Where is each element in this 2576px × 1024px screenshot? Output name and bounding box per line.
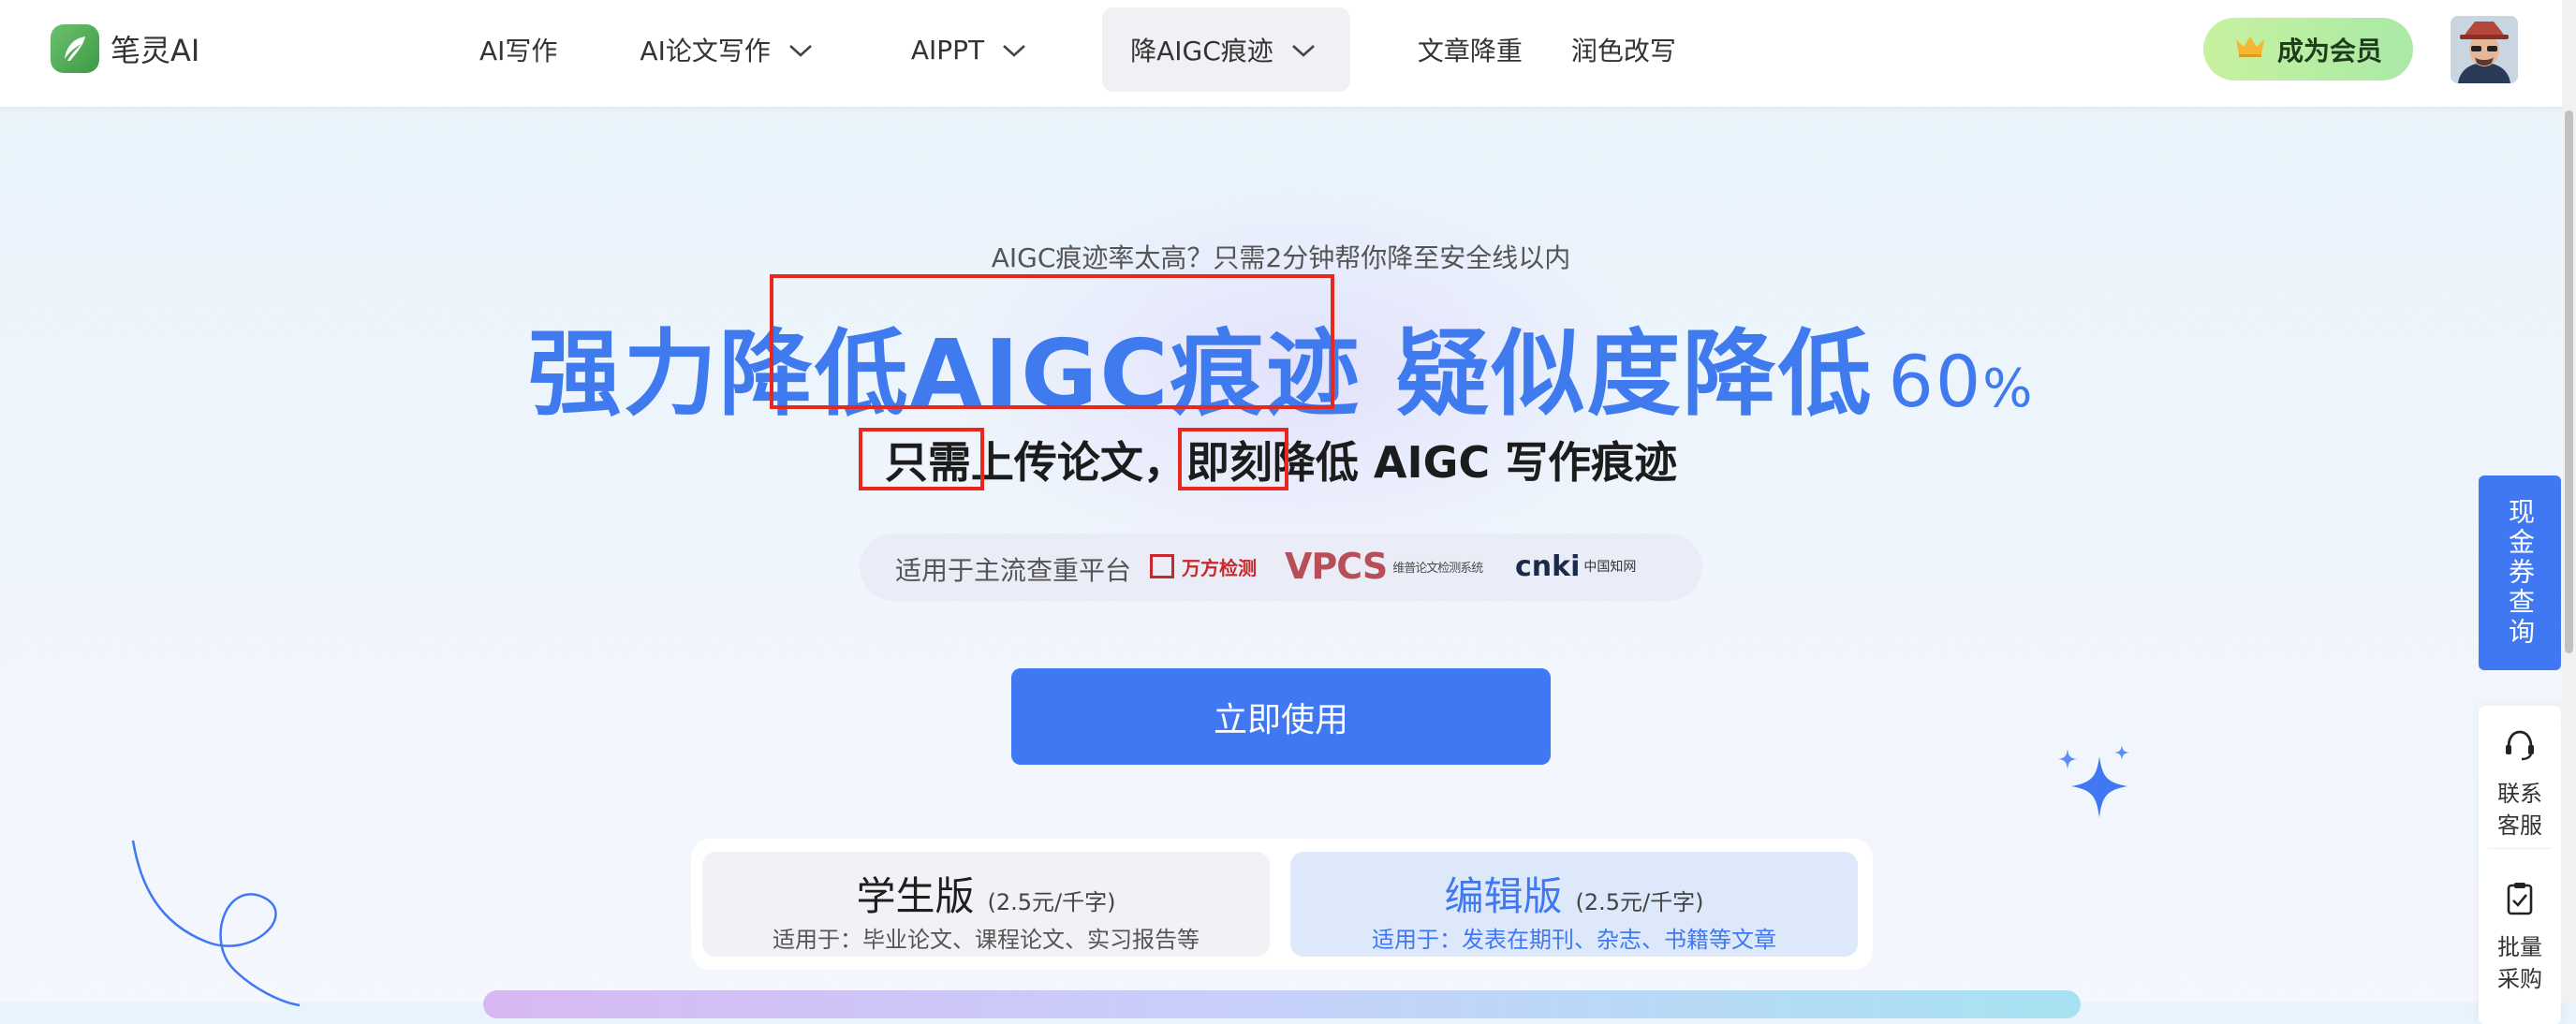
wanfang-label: 万方检测 [1182,556,1257,579]
highlight-box-instant [1178,428,1288,490]
user-avatar[interactable] [2451,16,2518,83]
plan-selector: 学生版 (2.5元/千字) 适用于：毕业论文、课程论文、实习报告等 编辑版 (2… [691,839,1873,970]
hero-subtitle: AIGC痕迹率太高？只需2分钟帮你降至安全线以内 [991,242,1571,273]
plan-student[interactable]: 学生版 (2.5元/千字) 适用于：毕业论文、课程论文、实习报告等 [702,852,1270,957]
scrollbar-thumb[interactable] [2565,110,2573,653]
sparkle-icon [2058,745,2129,818]
nav-item-label: 润色改写 [1570,36,1676,66]
nav-aippt[interactable]: AIPPT [887,7,1102,92]
plan-description: 适用于：发表在期刊、杂志、书籍等文章 [1372,927,1776,953]
hero-title-part: 疑似度降低 [1361,319,1874,429]
hero-title-part: 强力 [527,319,719,429]
contact-support-label: 联系客服 [2497,781,2542,839]
gradient-panel-top [483,990,2081,1018]
supported-platforms-bar: 适用于主流查重平台 万方检测 VPCS 维普论文检测系统 cnki 中国知网 [860,534,1702,601]
become-member-label: 成为会员 [2276,35,2382,66]
nav-ai-writing[interactable]: AI写作 [453,7,615,92]
vpcs-logo: VPCS 维普论文检测系统 [1285,546,1483,587]
platforms-label-part: 主流查重平台 [974,555,1132,586]
nav-reduce-aigc[interactable]: 降AIGC痕迹 [1102,7,1350,92]
platforms-label: 适用于主流查重平台 [895,550,1131,588]
become-member-button[interactable]: 成为会员 [2203,18,2413,80]
feather-logo-icon [51,24,99,73]
nav-reduce-duplicate[interactable]: 文章降重 [1350,7,1571,92]
floating-side-panel: 联系客服 批量采购 [2479,706,2561,1024]
wanfang-logo: 万方检测 [1150,550,1257,582]
plan-price: (2.5元/千字) [1575,889,1704,915]
clipboard-check-icon [2479,880,2561,926]
bulk-purchase-label: 批量采购 [2497,934,2542,992]
nav-item-label: 降AIGC痕迹 [1130,36,1273,66]
nav-polish-rewrite[interactable]: 润色改写 [1571,7,1700,92]
headset-icon [2479,726,2561,772]
chevron-down-icon [788,35,814,66]
cnki-label: cnki [1515,549,1581,583]
highlight-box-only-need [859,428,984,490]
swirl-line-decoration [131,840,301,1007]
plan-price: (2.5元/千字) [987,889,1116,915]
plan-header: 学生版 (2.5元/千字) [702,865,1270,922]
vpcs-label: VPCS [1285,546,1388,587]
side-divider [2488,848,2552,849]
plan-header: 编辑版 (2.5元/千字) [1290,865,1858,922]
brand-name: 笔灵AI [110,33,200,68]
tagline-part: 降低 AIGC 写作痕迹 [1272,437,1678,488]
crown-icon [2234,34,2266,65]
plan-editor[interactable]: 编辑版 (2.5元/千字) 适用于：发表在期刊、杂志、书籍等文章 [1290,852,1858,957]
nav-item-label: 文章降重 [1417,36,1523,66]
use-now-button[interactable]: 立即使用 [1011,668,1551,765]
top-navbar: 笔灵AI AI写作 AI论文写作 AIPPT 降AIGC痕迹 文章降重 润色改写… [0,0,2576,107]
nav-item-label: AIPPT [910,34,985,66]
highlight-box-title [770,274,1334,409]
tagline-part: 上传论文， [970,437,1186,488]
nav-item-label: AI写作 [479,36,558,66]
cnki-logo: cnki 中国知网 [1515,549,1637,583]
plan-description: 适用于：毕业论文、课程论文、实习报告等 [773,927,1200,953]
wanfang-mark-icon [1150,554,1174,578]
chevron-down-icon [1001,35,1027,66]
chevron-down-icon [1290,35,1317,66]
plan-name: 学生版 [856,873,975,919]
main-nav: AI写作 AI论文写作 AIPPT 降AIGC痕迹 文章降重 润色改写 [453,7,1700,92]
nav-item-label: AI论文写作 [640,36,771,66]
bulk-purchase-button[interactable]: 批量采购 [2479,880,2561,995]
cnki-sub-label: 中国知网 [1583,560,1637,575]
plan-name: 编辑版 [1444,873,1563,919]
hero-title-percent: % [1982,358,2035,419]
contact-support-button[interactable]: 联系客服 [2479,726,2561,841]
brand-logo[interactable]: 笔灵AI [51,24,199,73]
vpcs-sub-label: 维普论文检测系统 [1392,561,1483,576]
coupon-query-button[interactable]: 现金券查询 [2479,475,2561,670]
nav-ai-paper[interactable]: AI论文写作 [615,7,886,92]
hero-title-number: 60 [1888,340,1983,423]
platforms-label-part: 适用于 [895,555,975,586]
